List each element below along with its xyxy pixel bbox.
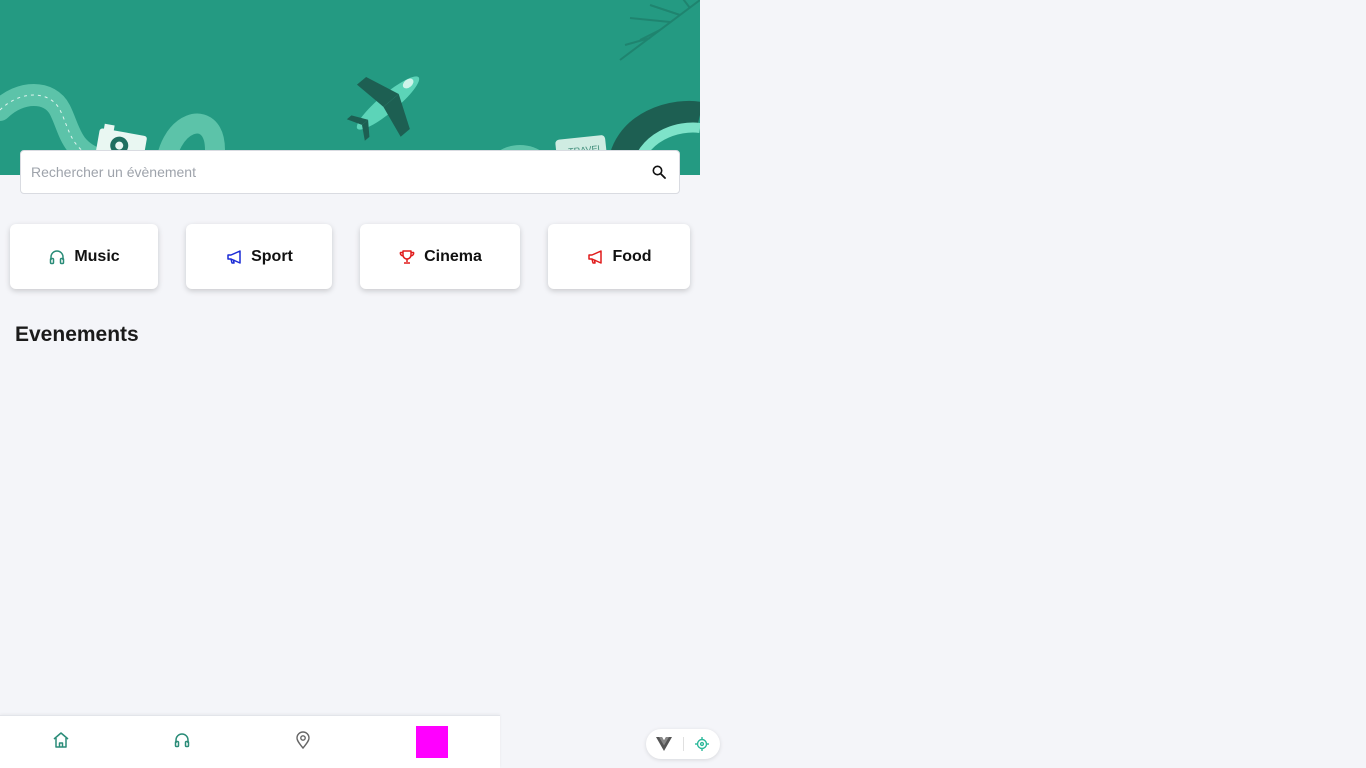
home-icon	[52, 731, 70, 754]
category-cinema-button[interactable]: Cinema	[360, 224, 520, 289]
megaphone-icon	[586, 248, 604, 266]
tab-music[interactable]	[152, 716, 212, 768]
location-pin-icon	[295, 731, 311, 754]
vue-logo-icon[interactable]	[654, 734, 674, 754]
events-section-title: Evenements	[15, 323, 139, 346]
tab-map[interactable]	[273, 716, 333, 768]
search-icon[interactable]	[649, 162, 669, 182]
category-sport-button[interactable]: Sport	[186, 224, 332, 289]
bottom-tab-bar	[0, 715, 500, 768]
headphones-icon	[48, 248, 66, 266]
divider	[682, 737, 684, 751]
app-root: TRAVEL Music	[0, 0, 1366, 768]
headphones-icon	[174, 732, 190, 753]
category-label: Cinema	[424, 247, 482, 265]
category-music-button[interactable]: Music	[10, 224, 158, 289]
travel-illustration: TRAVEL	[0, 0, 700, 175]
trophy-icon	[398, 248, 416, 266]
devtools-toggle	[646, 729, 720, 759]
hero-banner: TRAVEL	[0, 0, 700, 175]
category-label: Music	[74, 247, 120, 265]
search-bar	[20, 150, 680, 194]
tab-home[interactable]	[31, 716, 91, 768]
category-label: Sport	[251, 247, 293, 265]
search-input[interactable]	[31, 164, 649, 180]
crosshair-icon[interactable]	[692, 734, 712, 754]
category-food-button[interactable]: Food	[548, 224, 690, 289]
megaphone-icon	[225, 248, 243, 266]
profile-avatar[interactable]	[416, 726, 448, 758]
category-label: Food	[612, 247, 652, 265]
